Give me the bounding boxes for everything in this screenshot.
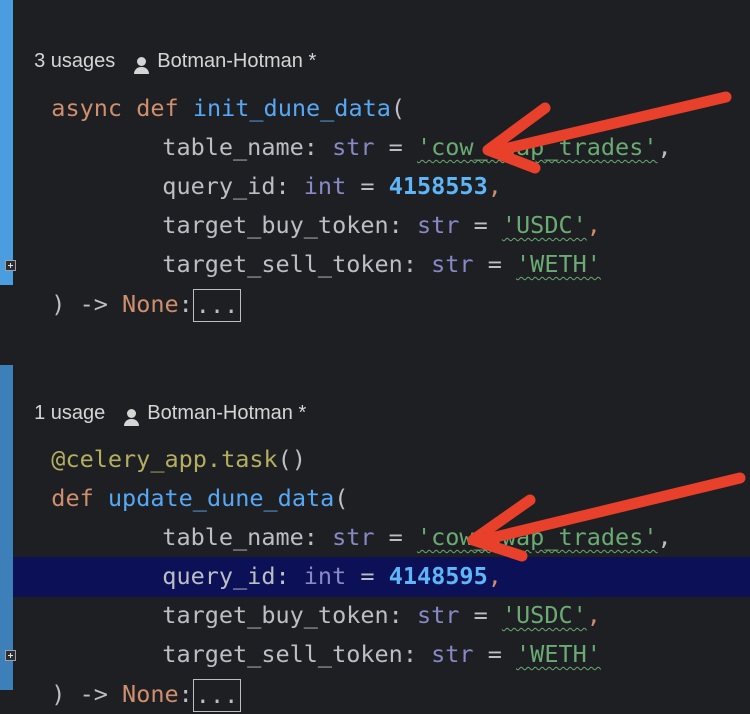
red-annotation-arrow: [482, 91, 732, 174]
red-annotation-arrow: [467, 472, 746, 562]
annotation-overlay: [467, 91, 746, 562]
